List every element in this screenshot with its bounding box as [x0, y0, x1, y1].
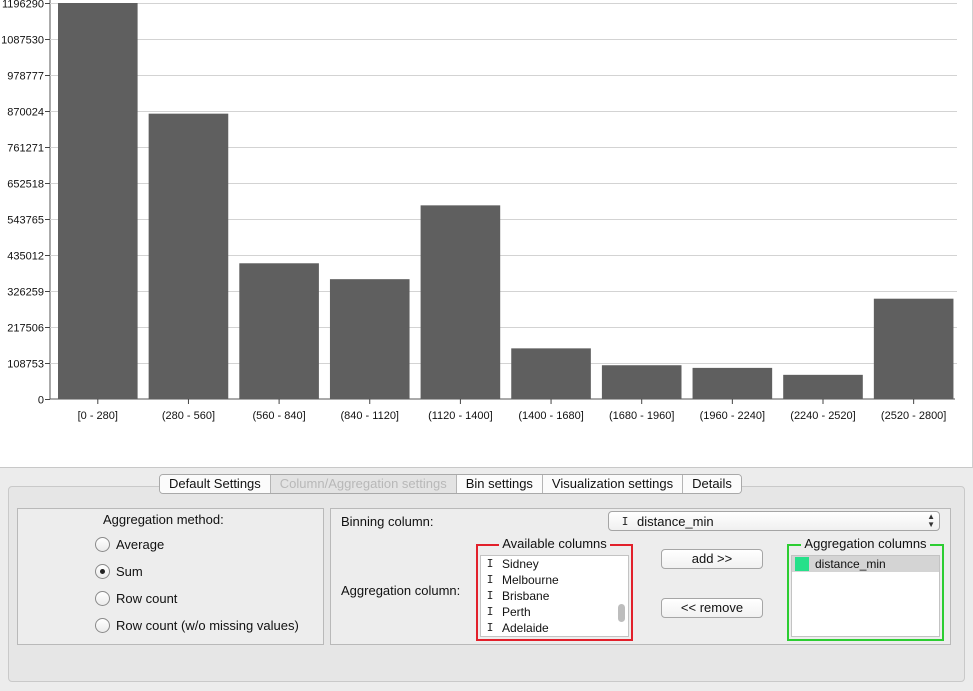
bar [58, 3, 138, 399]
tab-visualization-settings[interactable]: Visualization settings [542, 475, 684, 493]
y-tick-label: 217506 [7, 323, 44, 335]
y-tick-label: 978777 [7, 71, 44, 83]
radio-label: Average [116, 537, 165, 552]
list-item[interactable]: I Melbourne [481, 572, 628, 588]
y-tick-label: 1196290 [2, 0, 44, 11]
y-tick-label: 0 [38, 395, 44, 407]
radio-button-checked-icon[interactable] [95, 564, 110, 579]
remove-column-button[interactable]: << remove [661, 598, 763, 618]
list-item-label: Brisbane [502, 589, 550, 603]
x-tick-label: (2520 - 2800] [881, 410, 946, 422]
radio-button-icon[interactable] [95, 537, 110, 552]
integer-type-icon: I [621, 514, 629, 528]
binning-column-value: distance_min [637, 513, 714, 529]
list-item-label: Sidney [502, 557, 539, 571]
y-tick-label: 652518 [7, 179, 44, 191]
list-item[interactable]: I Perth [481, 604, 628, 620]
x-tick-label: [0 - 280] [78, 410, 118, 422]
bar [783, 374, 863, 399]
x-tick-label: (840 - 1120] [340, 410, 399, 422]
add-column-button[interactable]: add >> [661, 549, 763, 569]
y-tick-label: 1087530 [1, 35, 44, 47]
bar [329, 279, 410, 399]
bar [601, 365, 682, 399]
x-tick-label: (280 - 560] [162, 410, 215, 422]
radio-button-icon[interactable] [95, 618, 110, 633]
aggregation-columns-title: Aggregation columns [801, 536, 930, 551]
x-tick-label: (560 - 840] [252, 410, 305, 422]
radio-sum[interactable]: Sum [95, 564, 143, 579]
y-tick-label: 326259 [7, 287, 44, 299]
tab-column-aggregation-settings[interactable]: Column/Aggregation settings [270, 475, 457, 493]
list-scrollbar[interactable] [618, 604, 625, 622]
select-arrows-icon: ▲ ▼ [927, 512, 935, 529]
list-item-label: Melbourne [502, 573, 559, 587]
radio-button-icon[interactable] [95, 591, 110, 606]
y-tick-label: 435012 [7, 251, 44, 263]
x-tick-label: (1960 - 2240] [700, 410, 765, 422]
aggregation-column-label: Aggregation column: [341, 583, 461, 598]
binning-column-select[interactable]: I distance_min ▲ ▼ [608, 511, 940, 531]
integer-type-icon: I [486, 557, 494, 570]
available-columns-title: Available columns [499, 536, 610, 551]
integer-type-icon: I [486, 605, 494, 618]
integer-type-icon: I [486, 573, 494, 586]
y-tick-label: 543765 [7, 215, 44, 227]
list-item-label: Perth [502, 605, 531, 619]
histogram-svg: 0 108753 217506 326259 435012 543765 652518 761… [1, 0, 957, 422]
bar [873, 298, 954, 399]
color-swatch [795, 557, 809, 571]
aggregation-method-title: Aggregation method: [103, 512, 224, 527]
available-columns-list[interactable]: I Sidney I Melbourne I Brisbane I Perth I Ade… [480, 555, 629, 637]
bar [420, 205, 501, 399]
list-item[interactable]: I Sidney [481, 556, 628, 572]
tab-details[interactable]: Details [683, 475, 741, 493]
tab-default-settings[interactable]: Default Settings [160, 475, 271, 493]
bar [148, 113, 229, 400]
integer-type-icon: I [486, 621, 494, 634]
x-tick-label: (1400 - 1680] [518, 410, 583, 422]
x-tick-label: (2240 - 2520] [790, 410, 855, 422]
integer-type-icon: I [486, 589, 494, 602]
y-tick-label: 108753 [7, 359, 44, 371]
list-item[interactable]: distance_min [792, 556, 939, 572]
x-tick-label: (1680 - 1960] [609, 410, 674, 422]
bar [511, 348, 591, 399]
histogram-chart: 0 108753 217506 326259 435012 543765 652518 761… [0, 0, 973, 468]
bar [239, 263, 319, 399]
y-tick-label: 870024 [7, 107, 44, 119]
tab-bar: Default Settings Column/Aggregation sett… [159, 474, 742, 494]
radio-average[interactable]: Average [95, 537, 164, 552]
binning-column-label: Binning column: [341, 514, 434, 529]
tab-bin-settings[interactable]: Bin settings [456, 475, 543, 493]
list-item[interactable]: I Brisbane [481, 588, 628, 604]
radio-label: Sum [116, 564, 143, 579]
radio-label: Row count [116, 591, 178, 606]
list-item-label: distance_min [815, 557, 886, 571]
x-tick-label: (1120 - 1400] [428, 410, 493, 422]
y-tick-label: 761271 [7, 143, 44, 155]
bar [692, 367, 773, 399]
radio-label: Row count (w/o missing values) [116, 618, 299, 633]
radio-row-count-no-missing[interactable]: Row count (w/o missing values) [95, 618, 299, 633]
list-item-label: Adelaide [502, 621, 549, 635]
aggregation-columns-list[interactable]: distance_min [791, 555, 940, 637]
radio-row-count[interactable]: Row count [95, 591, 177, 606]
list-item[interactable]: I Adelaide [481, 620, 628, 636]
